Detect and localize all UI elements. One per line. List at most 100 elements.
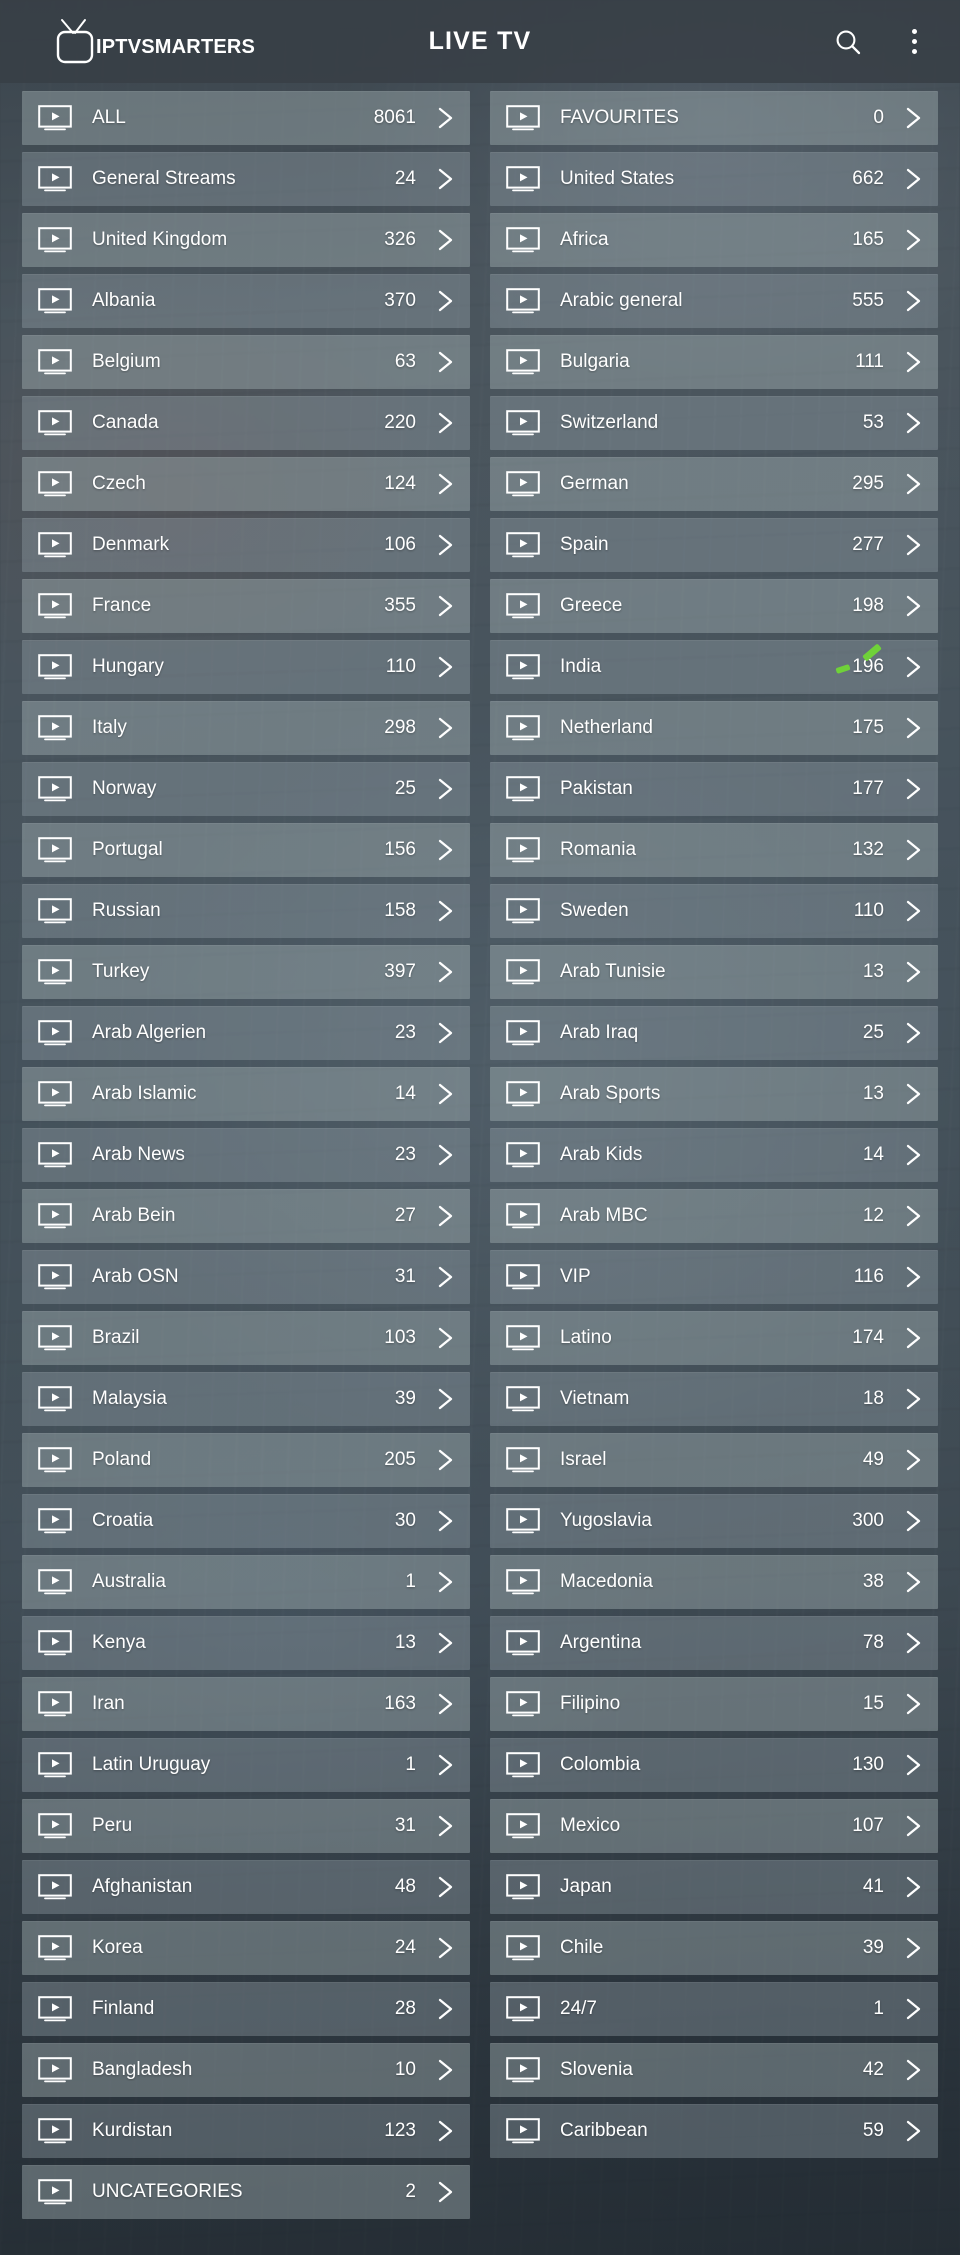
category-row[interactable]: Afghanistan 48 (22, 1860, 470, 1914)
category-count: 277 (852, 534, 884, 555)
category-row[interactable]: Czech 124 (22, 457, 470, 511)
chevron-right-icon (906, 2120, 921, 2142)
category-row[interactable]: Latin Uruguay 1 (22, 1738, 470, 1792)
category-row[interactable]: Pakistan 177 (490, 762, 938, 816)
category-row[interactable]: Israel 49 (490, 1433, 938, 1487)
category-row[interactable]: Arabic general 555 (490, 274, 938, 328)
category-row[interactable]: Arab Algerien 23 (22, 1006, 470, 1060)
category-row[interactable]: Japan 41 (490, 1860, 938, 1914)
category-row[interactable]: German 295 (490, 457, 938, 511)
tv-play-icon (38, 1142, 72, 1168)
chevron-right-icon (438, 1205, 453, 1227)
category-row[interactable]: France 355 (22, 579, 470, 633)
category-row[interactable]: Mexico 107 (490, 1799, 938, 1853)
category-count: 1 (405, 1754, 416, 1775)
category-row[interactable]: Italy 298 (22, 701, 470, 755)
category-row[interactable]: Slovenia 42 (490, 2043, 938, 2097)
category-row[interactable]: Australia 1 (22, 1555, 470, 1609)
category-row[interactable]: Yugoslavia 300 (490, 1494, 938, 1548)
category-row[interactable]: Spain 277 (490, 518, 938, 572)
category-label: Portugal (92, 839, 163, 860)
category-count: 39 (394, 1388, 416, 1409)
category-row[interactable]: Kurdistan 123 (22, 2104, 470, 2158)
search-button[interactable] (828, 22, 868, 62)
category-row[interactable]: Malaysia 39 (22, 1372, 470, 1426)
category-row[interactable]: India 196 (490, 640, 938, 694)
category-label: Belgium (92, 351, 161, 372)
category-row[interactable]: Turkey 397 (22, 945, 470, 999)
category-row[interactable]: Poland 205 (22, 1433, 470, 1487)
category-row[interactable]: United Kingdom 326 (22, 213, 470, 267)
category-row[interactable]: Vietnam 18 (490, 1372, 938, 1426)
category-row[interactable]: Arab Islamic 14 (22, 1067, 470, 1121)
category-row[interactable]: Latino 174 (490, 1311, 938, 1365)
category-count: 370 (384, 290, 416, 311)
category-count: 205 (384, 1449, 416, 1470)
category-label: Arab Algerien (92, 1022, 207, 1043)
category-row[interactable]: Africa 165 (490, 213, 938, 267)
category-row[interactable]: Arab News 23 (22, 1128, 470, 1182)
category-count: 326 (384, 229, 416, 250)
chevron-right-icon (438, 351, 453, 373)
category-row[interactable]: Bangladesh 10 (22, 2043, 470, 2097)
category-row[interactable]: Romania 132 (490, 823, 938, 877)
category-row[interactable]: Finland 28 (22, 1982, 470, 2036)
chevron-right-icon (438, 1449, 453, 1471)
category-row[interactable]: Arab OSN 31 (22, 1250, 470, 1304)
category-row[interactable]: Korea 24 (22, 1921, 470, 1975)
category-row[interactable]: Filipino 15 (490, 1677, 938, 1731)
category-row[interactable]: Argentina 78 (490, 1616, 938, 1670)
category-row[interactable]: UNCATEGORIES 2 (22, 2165, 470, 2219)
category-row[interactable]: Albania 370 (22, 274, 470, 328)
category-row[interactable]: Peru 31 (22, 1799, 470, 1853)
category-row[interactable]: Croatia 30 (22, 1494, 470, 1548)
category-row[interactable]: VIP 116 (490, 1250, 938, 1304)
category-row[interactable]: Russian 158 (22, 884, 470, 938)
category-label: United States (560, 168, 675, 189)
category-row[interactable]: Bulgaria 111 (490, 335, 938, 389)
category-label: Caribbean (560, 2120, 648, 2141)
category-row[interactable]: Netherland 175 (490, 701, 938, 755)
category-row[interactable]: ALL 8061 (22, 91, 470, 145)
category-count: 300 (852, 1510, 884, 1531)
category-count: 124 (384, 473, 416, 494)
tv-play-icon (38, 1447, 72, 1473)
category-row[interactable]: Brazil 103 (22, 1311, 470, 1365)
category-row[interactable]: 24/7 1 (490, 1982, 938, 2036)
category-row[interactable]: Denmark 106 (22, 518, 470, 572)
category-row[interactable]: FAVOURITES 0 (490, 91, 938, 145)
category-row[interactable]: United States 662 (490, 152, 938, 206)
category-row[interactable]: Kenya 13 (22, 1616, 470, 1670)
category-label: Peru (92, 1815, 133, 1836)
overflow-menu-button[interactable] (894, 22, 934, 62)
category-row[interactable]: Canada 220 (22, 396, 470, 450)
chevron-right-icon (906, 290, 921, 312)
tv-play-icon (506, 532, 540, 558)
tv-play-icon (506, 1996, 540, 2022)
category-row[interactable]: Arab Bein 27 (22, 1189, 470, 1243)
category-row[interactable]: Chile 39 (490, 1921, 938, 1975)
category-row[interactable]: Belgium 63 (22, 335, 470, 389)
category-label: Netherland (560, 717, 653, 738)
category-row[interactable]: Colombia 130 (490, 1738, 938, 1792)
category-row[interactable]: Switzerland 53 (490, 396, 938, 450)
category-row[interactable]: Arab MBC 12 (490, 1189, 938, 1243)
category-row[interactable]: Arab Tunisie 13 (490, 945, 938, 999)
category-label: Bangladesh (92, 2059, 193, 2080)
category-row[interactable]: Sweden 110 (490, 884, 938, 938)
category-row[interactable]: Iran 163 (22, 1677, 470, 1731)
tv-play-icon (38, 349, 72, 375)
category-row[interactable]: Norway 25 (22, 762, 470, 816)
category-count: 355 (384, 595, 416, 616)
category-row[interactable]: Arab Sports 13 (490, 1067, 938, 1121)
category-row[interactable]: Portugal 156 (22, 823, 470, 877)
tv-play-icon (38, 1691, 72, 1717)
category-row[interactable]: Arab Iraq 25 (490, 1006, 938, 1060)
category-row[interactable]: Greece 198 (490, 579, 938, 633)
category-row[interactable]: Macedonia 38 (490, 1555, 938, 1609)
category-row[interactable]: Hungary 110 (22, 640, 470, 694)
chevron-right-icon (906, 1388, 921, 1410)
category-row[interactable]: Caribbean 59 (490, 2104, 938, 2158)
category-row[interactable]: Arab Kids 14 (490, 1128, 938, 1182)
category-row[interactable]: General Streams 24 (22, 152, 470, 206)
